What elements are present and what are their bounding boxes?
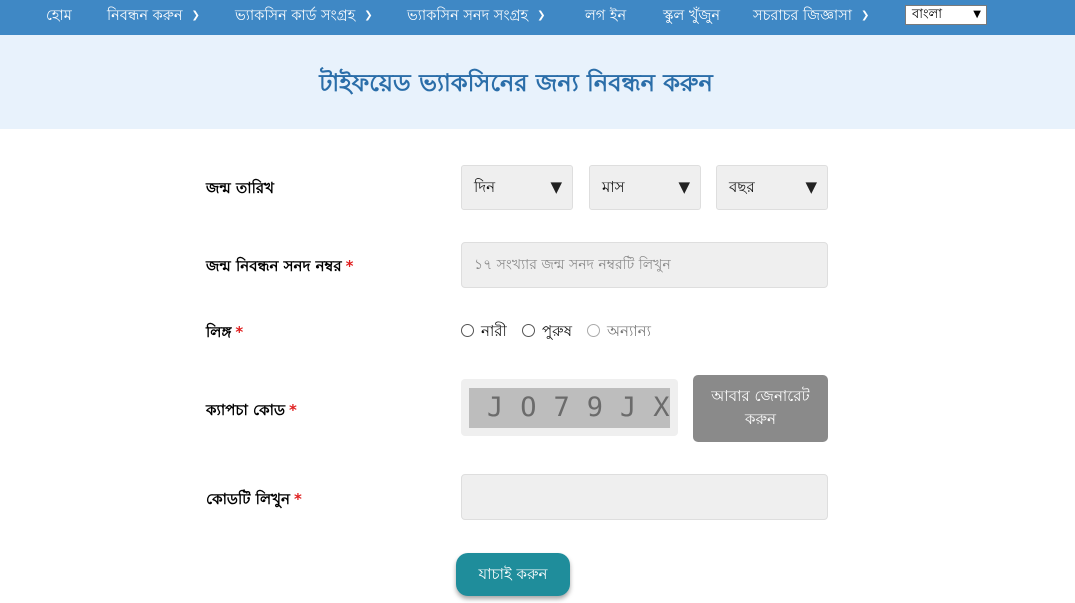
code-label-text: কোডটি লিখুন	[206, 490, 290, 508]
gender-radio-male[interactable]: পুরুষ	[522, 320, 572, 342]
nav-vaccine-certificate-label: ভ্যাকসিন সনদ সংগ্রহ	[407, 8, 529, 24]
radio-circle-icon	[587, 324, 600, 337]
required-mark: *	[345, 257, 354, 275]
nav-faq-label: সচরাচর জিজ্ঞাসা	[753, 8, 852, 24]
required-mark: *	[293, 490, 302, 508]
month-select[interactable]: মাস ▼	[589, 165, 701, 210]
title-banner: টাইফয়েড ভ্যাকসিনের জন্য নিবন্ধন করুন	[0, 35, 1075, 129]
nav-registration[interactable]: নিবন্ধন করুন ❯	[107, 0, 200, 32]
chevron-down-icon: ❯	[191, 10, 200, 21]
chevron-down-icon: ❯	[537, 10, 546, 21]
nav-find-school-label: স্কুল খুঁজুন	[663, 8, 721, 24]
brn-input[interactable]: ১৭ সংখ্যার জন্ম সনদ নম্বরটি লিখুন	[461, 242, 828, 288]
code-input[interactable]	[461, 474, 828, 520]
nav-login-label: লগ ইন	[585, 8, 627, 24]
nav-vaccine-card[interactable]: ভ্যাকসিন কার্ড সংগ্রহ ❯	[235, 0, 373, 32]
regenerate-label-line1: আবার জেনারেট	[711, 387, 810, 405]
captcha-image: JO79JX	[469, 388, 670, 428]
dob-label-text: জন্ম তারিখ	[206, 179, 274, 197]
nav-home[interactable]: হোম	[46, 0, 72, 32]
nav-faq[interactable]: সচরাচর জিজ্ঞাসা ❯	[753, 0, 869, 32]
year-select-value: বছর	[729, 178, 755, 196]
verify-button[interactable]: যাচাই করুন	[456, 553, 570, 596]
year-select[interactable]: বছর ▼	[716, 165, 828, 210]
gender-label-text: লিঙ্গ	[206, 323, 232, 341]
nav-login[interactable]: লগ ইন	[585, 0, 626, 32]
required-mark: *	[235, 323, 244, 341]
nav-vaccine-certificate[interactable]: ভ্যাকসিন সনদ সংগ্রহ ❯	[407, 0, 546, 32]
chevron-down-icon: ❯	[860, 10, 870, 21]
regenerate-label-line2: করুন	[745, 410, 776, 428]
brn-label-text: জন্ম নিবন্ধন সনদ নম্বর	[206, 257, 342, 275]
nav-find-school[interactable]: স্কুল খুঁজুন	[663, 0, 720, 32]
nav-vaccine-card-label: ভ্যাকসিন কার্ড সংগ্রহ	[235, 8, 356, 24]
gender-radio-female[interactable]: নারী	[461, 320, 507, 342]
chevron-down-icon: ▼	[973, 9, 981, 20]
gender-female-label: নারী	[481, 322, 507, 340]
gender-male-label: পুরুষ	[542, 322, 572, 340]
dropdown-triangle-icon: ▼	[805, 178, 817, 196]
language-select-value: বাংলা	[912, 7, 943, 22]
month-select-value: মাস	[602, 178, 625, 196]
dropdown-triangle-icon: ▼	[678, 178, 690, 196]
day-select[interactable]: দিন ▼	[461, 165, 573, 210]
dropdown-triangle-icon: ▼	[550, 178, 562, 196]
radio-circle-icon	[461, 324, 474, 337]
nav-registration-label: নিবন্ধন করুন	[107, 8, 183, 24]
regenerate-captcha-button[interactable]: আবার জেনারেট করুন	[693, 375, 828, 442]
radio-circle-icon	[522, 324, 535, 337]
page-title: টাইফয়েড ভ্যাকসিনের জন্য নিবন্ধন করুন	[319, 69, 713, 97]
gender-other-label: অন্যান্য	[607, 322, 651, 340]
nav-home-label: হোম	[46, 8, 72, 24]
captcha-label: ক্যাপচা কোড *	[206, 399, 297, 424]
captcha-label-text: ক্যাপচা কোড	[206, 401, 286, 419]
language-select[interactable]: বাংলা ▼	[905, 5, 987, 25]
required-mark: *	[289, 401, 297, 419]
day-select-value: দিন	[474, 178, 496, 196]
gender-label: লিঙ্গ *	[206, 321, 243, 346]
top-nav: হোম নিবন্ধন করুন ❯ ভ্যাকসিন কার্ড সংগ্রহ ❯…	[0, 0, 1075, 35]
code-label: কোডটি লিখুন *	[206, 488, 302, 513]
gender-radio-other[interactable]: অন্যান্য	[587, 320, 651, 342]
dob-label: জন্ম তারিখ	[206, 177, 274, 202]
captcha-box: JO79JX	[461, 379, 678, 436]
brn-label: জন্ম নিবন্ধন সনদ নম্বর *	[206, 255, 354, 280]
chevron-down-icon: ❯	[364, 10, 373, 21]
brn-input-placeholder: ১৭ সংখ্যার জন্ম সনদ নম্বরটি লিখুন	[474, 257, 671, 273]
